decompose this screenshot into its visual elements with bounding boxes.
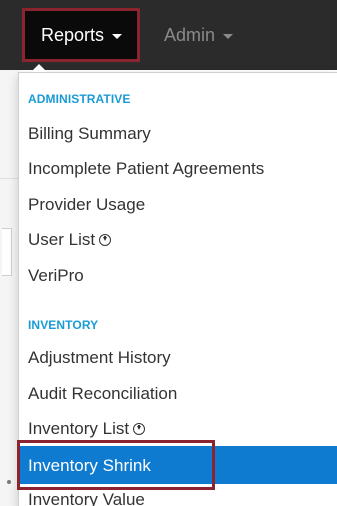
admin-menu-button[interactable]: Admin <box>164 8 234 62</box>
menu-item-audit-reconciliation[interactable]: Audit Reconciliation <box>28 384 177 404</box>
admin-label: Admin <box>164 24 216 45</box>
background-panel-edge <box>2 228 12 276</box>
download-icon <box>99 234 112 246</box>
caret-down-icon <box>223 33 234 39</box>
menu-item-incomplete-patient-agreements[interactable]: Incomplete Patient Agreements <box>28 159 264 179</box>
menu-item-inventory-list[interactable]: Inventory List <box>28 419 146 439</box>
menu-item-inventory-value[interactable]: Inventory Value <box>28 490 145 506</box>
top-navbar: Reports Admin <box>0 0 337 70</box>
app-page: Reports Admin ADMINISTRATIVE Billing Sum… <box>0 0 337 506</box>
section-header-administrative: ADMINISTRATIVE <box>28 92 131 106</box>
section-header-inventory: INVENTORY <box>28 318 99 332</box>
menu-item-veripro[interactable]: VeriPro <box>28 266 84 286</box>
background-bullet <box>7 480 11 484</box>
menu-item-provider-usage[interactable]: Provider Usage <box>28 195 145 215</box>
caret-down-icon <box>112 33 123 39</box>
download-icon <box>133 423 146 435</box>
background-divider <box>0 178 20 179</box>
menu-item-user-list[interactable]: User List <box>28 230 112 250</box>
dropdown-pointer <box>31 64 47 72</box>
menu-item-billing-summary[interactable]: Billing Summary <box>28 124 151 144</box>
reports-menu-button[interactable]: Reports <box>22 8 140 62</box>
annotation-highlight-box <box>17 440 215 490</box>
menu-item-adjustment-history[interactable]: Adjustment History <box>28 348 171 368</box>
reports-label: Reports <box>41 24 105 45</box>
